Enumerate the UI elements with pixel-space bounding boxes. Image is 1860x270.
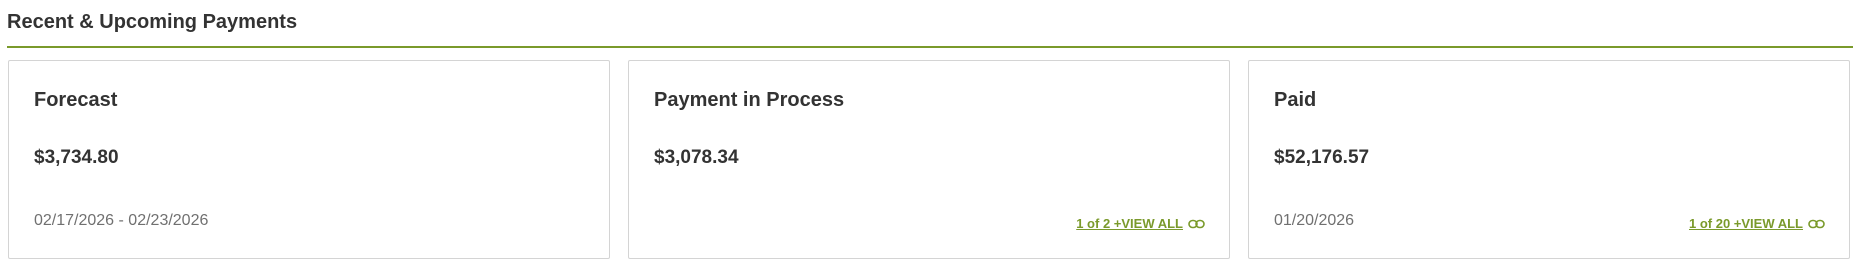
section-header: Recent & Upcoming Payments [7, 8, 1853, 48]
recent-upcoming-payments-section: Recent & Upcoming Payments Forecast $3,7… [0, 0, 1860, 270]
paid-card-amount: $52,176.57 [1274, 147, 1370, 168]
payment-cards: Forecast $3,734.80 02/17/2026 - 02/23/20… [8, 60, 1852, 259]
forecast-card-date-range: 02/17/2026 - 02/23/2026 [34, 212, 209, 229]
paid-view-all-link[interactable]: 1 of 20 +VIEW ALL [1689, 216, 1825, 231]
link-icon [1188, 219, 1205, 229]
paid-card-title: Paid [1274, 89, 1317, 111]
link-icon [1808, 219, 1825, 229]
payment-in-process-view-all-label: 1 of 2 +VIEW ALL [1076, 216, 1183, 231]
forecast-card-amount: $3,734.80 [34, 147, 119, 168]
paid-card: Paid $52,176.57 01/20/2026 1 of 20 +VIEW… [1248, 60, 1850, 259]
forecast-card-title: Forecast [34, 89, 118, 111]
paid-view-all-label: 1 of 20 +VIEW ALL [1688, 216, 1803, 231]
paid-card-date: 01/20/2026 [1274, 212, 1355, 229]
payment-in-process-card-amount: $3,078.34 [654, 147, 739, 168]
payment-in-process-card: Payment in Process $3,078.34 1 of 2 +VIE… [628, 60, 1230, 259]
payment-in-process-card-title: Payment in Process [654, 89, 845, 111]
forecast-card: Forecast $3,734.80 02/17/2026 - 02/23/20… [8, 60, 610, 259]
payment-in-process-view-all-link[interactable]: 1 of 2 +VIEW ALL [1076, 216, 1205, 231]
section-title: Recent & Upcoming Payments [7, 11, 298, 33]
